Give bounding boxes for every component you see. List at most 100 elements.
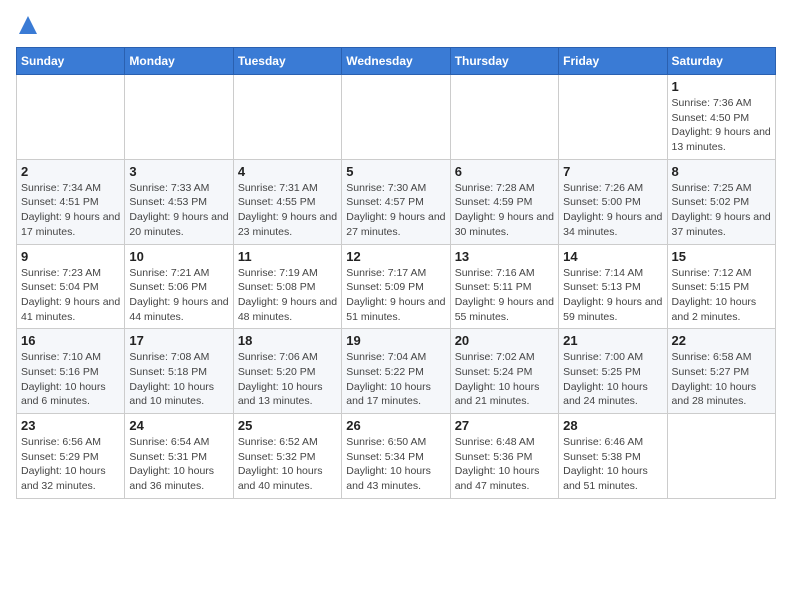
calendar-cell: 14 Sunrise: 7:14 AM Sunset: 5:13 PM Dayli… [559,244,667,329]
calendar-cell: 28 Sunrise: 6:46 AM Sunset: 5:38 PM Dayli… [559,414,667,499]
calendar-header-friday: Friday [559,48,667,75]
day-number: 22 [672,333,771,348]
calendar-cell [342,75,450,160]
day-info: Sunrise: 7:14 AM Sunset: 5:13 PM Dayligh… [563,266,662,325]
day-info: Sunrise: 7:00 AM Sunset: 5:25 PM Dayligh… [563,350,662,409]
calendar-cell: 18 Sunrise: 7:06 AM Sunset: 5:20 PM Dayli… [233,329,341,414]
calendar-body: 1 Sunrise: 7:36 AM Sunset: 4:50 PM Daylig… [17,75,776,499]
calendar-cell: 6 Sunrise: 7:28 AM Sunset: 4:59 PM Daylig… [450,159,558,244]
day-number: 25 [238,418,337,433]
day-number: 7 [563,164,662,179]
calendar-cell: 9 Sunrise: 7:23 AM Sunset: 5:04 PM Daylig… [17,244,125,329]
day-number: 23 [21,418,120,433]
day-number: 18 [238,333,337,348]
calendar-cell: 19 Sunrise: 7:04 AM Sunset: 5:22 PM Dayli… [342,329,450,414]
calendar-cell: 27 Sunrise: 6:48 AM Sunset: 5:36 PM Dayli… [450,414,558,499]
calendar-table: SundayMondayTuesdayWednesdayThursdayFrid… [16,47,776,499]
day-info: Sunrise: 7:21 AM Sunset: 5:06 PM Dayligh… [129,266,228,325]
day-info: Sunrise: 6:54 AM Sunset: 5:31 PM Dayligh… [129,435,228,494]
calendar-cell [17,75,125,160]
calendar-cell: 4Sunrise: 7:31 AM Sunset: 4:55 PM Daylig… [233,159,341,244]
day-info: Sunrise: 6:50 AM Sunset: 5:34 PM Dayligh… [346,435,445,494]
calendar-cell: 11 Sunrise: 7:19 AM Sunset: 5:08 PM Dayli… [233,244,341,329]
day-info: Sunrise: 7:23 AM Sunset: 5:04 PM Dayligh… [21,266,120,325]
day-info: Sunrise: 7:16 AM Sunset: 5:11 PM Dayligh… [455,266,554,325]
day-info: Sunrise: 6:52 AM Sunset: 5:32 PM Dayligh… [238,435,337,494]
day-info: Sunrise: 6:46 AM Sunset: 5:38 PM Dayligh… [563,435,662,494]
calendar-cell: 21 Sunrise: 7:00 AM Sunset: 5:25 PM Dayli… [559,329,667,414]
day-number: 24 [129,418,228,433]
day-number: 19 [346,333,445,348]
calendar-cell: 2Sunrise: 7:34 AM Sunset: 4:51 PM Daylig… [17,159,125,244]
day-number: 11 [238,249,337,264]
calendar-cell [450,75,558,160]
day-number: 28 [563,418,662,433]
calendar-week-5: 23 Sunrise: 6:56 AM Sunset: 5:29 PM Dayli… [17,414,776,499]
day-number: 3 [129,164,228,179]
day-info: Sunrise: 7:31 AM Sunset: 4:55 PM Dayligh… [238,181,337,240]
calendar-header-monday: Monday [125,48,233,75]
day-info: Sunrise: 7:25 AM Sunset: 5:02 PM Dayligh… [672,181,771,240]
calendar-cell: 5 Sunrise: 7:30 AM Sunset: 4:57 PM Daylig… [342,159,450,244]
day-number: 13 [455,249,554,264]
day-number: 1 [672,79,771,94]
calendar-cell: 7 Sunrise: 7:26 AM Sunset: 5:00 PM Daylig… [559,159,667,244]
day-info: Sunrise: 6:56 AM Sunset: 5:29 PM Dayligh… [21,435,120,494]
calendar-cell: 12Sunrise: 7:17 AM Sunset: 5:09 PM Dayli… [342,244,450,329]
calendar-week-1: 1 Sunrise: 7:36 AM Sunset: 4:50 PM Daylig… [17,75,776,160]
day-info: Sunrise: 7:30 AM Sunset: 4:57 PM Dayligh… [346,181,445,240]
day-info: Sunrise: 7:33 AM Sunset: 4:53 PM Dayligh… [129,181,228,240]
logo [16,16,37,35]
calendar-cell: 10 Sunrise: 7:21 AM Sunset: 5:06 PM Dayli… [125,244,233,329]
day-info: Sunrise: 7:36 AM Sunset: 4:50 PM Dayligh… [672,96,771,155]
day-info: Sunrise: 7:28 AM Sunset: 4:59 PM Dayligh… [455,181,554,240]
day-number: 15 [672,249,771,264]
day-number: 17 [129,333,228,348]
day-number: 6 [455,164,554,179]
day-number: 26 [346,418,445,433]
day-info: Sunrise: 7:04 AM Sunset: 5:22 PM Dayligh… [346,350,445,409]
day-info: Sunrise: 6:58 AM Sunset: 5:27 PM Dayligh… [672,350,771,409]
day-info: Sunrise: 7:19 AM Sunset: 5:08 PM Dayligh… [238,266,337,325]
calendar-cell: 25 Sunrise: 6:52 AM Sunset: 5:32 PM Dayli… [233,414,341,499]
calendar-week-3: 9 Sunrise: 7:23 AM Sunset: 5:04 PM Daylig… [17,244,776,329]
calendar-cell: 13 Sunrise: 7:16 AM Sunset: 5:11 PM Dayli… [450,244,558,329]
calendar-week-4: 16 Sunrise: 7:10 AM Sunset: 5:16 PM Dayli… [17,329,776,414]
calendar-header-sunday: Sunday [17,48,125,75]
day-number: 5 [346,164,445,179]
calendar-cell [559,75,667,160]
calendar-week-2: 2Sunrise: 7:34 AM Sunset: 4:51 PM Daylig… [17,159,776,244]
day-number: 14 [563,249,662,264]
calendar-header-saturday: Saturday [667,48,775,75]
calendar-cell: 8 Sunrise: 7:25 AM Sunset: 5:02 PM Daylig… [667,159,775,244]
day-number: 20 [455,333,554,348]
day-number: 16 [21,333,120,348]
calendar-cell: 22 Sunrise: 6:58 AM Sunset: 5:27 PM Dayli… [667,329,775,414]
calendar-cell: 17Sunrise: 7:08 AM Sunset: 5:18 PM Dayli… [125,329,233,414]
day-info: Sunrise: 7:10 AM Sunset: 5:16 PM Dayligh… [21,350,120,409]
calendar-cell: 1 Sunrise: 7:36 AM Sunset: 4:50 PM Daylig… [667,75,775,160]
day-info: Sunrise: 7:02 AM Sunset: 5:24 PM Dayligh… [455,350,554,409]
calendar-header-tuesday: Tuesday [233,48,341,75]
page-header [16,16,776,35]
calendar-header-row: SundayMondayTuesdayWednesdayThursdayFrid… [17,48,776,75]
calendar-header-wednesday: Wednesday [342,48,450,75]
day-info: Sunrise: 6:48 AM Sunset: 5:36 PM Dayligh… [455,435,554,494]
logo-bird-icon [19,16,37,34]
calendar-cell: 26 Sunrise: 6:50 AM Sunset: 5:34 PM Dayli… [342,414,450,499]
day-number: 27 [455,418,554,433]
calendar-cell: 23 Sunrise: 6:56 AM Sunset: 5:29 PM Dayli… [17,414,125,499]
day-info: Sunrise: 7:06 AM Sunset: 5:20 PM Dayligh… [238,350,337,409]
day-info: Sunrise: 7:26 AM Sunset: 5:00 PM Dayligh… [563,181,662,240]
day-number: 21 [563,333,662,348]
calendar-cell: 20 Sunrise: 7:02 AM Sunset: 5:24 PM Dayli… [450,329,558,414]
day-number: 8 [672,164,771,179]
calendar-cell: 15 Sunrise: 7:12 AM Sunset: 5:15 PM Dayli… [667,244,775,329]
day-number: 9 [21,249,120,264]
day-info: Sunrise: 7:17 AM Sunset: 5:09 PM Dayligh… [346,266,445,325]
day-number: 2 [21,164,120,179]
day-number: 10 [129,249,228,264]
calendar-cell: 24 Sunrise: 6:54 AM Sunset: 5:31 PM Dayli… [125,414,233,499]
calendar-cell [667,414,775,499]
day-info: Sunrise: 7:12 AM Sunset: 5:15 PM Dayligh… [672,266,771,325]
